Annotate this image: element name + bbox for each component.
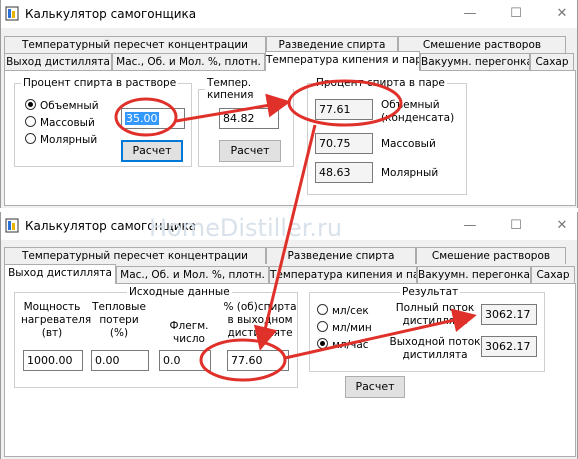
tab-mass-vol-mol[interactable]: Мас., Об. и Мол. %, плотн. [116, 266, 269, 283]
tab-panel: Процент спирта в растворе Объемный Массо… [4, 70, 576, 206]
app-icon [5, 218, 19, 233]
radio-ml-per-sec[interactable]: мл/сек [317, 304, 369, 317]
vapor-mass-output: 70.75 [315, 133, 373, 154]
radio-dot [317, 304, 328, 315]
tab-mass-vol-mol[interactable]: Мас., Об. и Мол. %, плотн. [112, 53, 265, 70]
heater-power-input[interactable]: 1000.00 [23, 350, 83, 371]
app-icon [5, 6, 19, 21]
tab-mixing[interactable]: Смешение растворов [398, 36, 566, 53]
calc-distillate-button[interactable]: Расчет [345, 376, 405, 398]
calculator-window-bottom: Калькулятор самогонщика HomeDistiller.ru… [0, 212, 578, 459]
radio-volumetric[interactable]: Объемный [25, 99, 99, 112]
vapor-molar-label: Молярный [381, 167, 439, 179]
radio-dot [25, 133, 36, 144]
radio-molar[interactable]: Молярный [25, 133, 97, 146]
full-flow-output: 3062.17 [481, 304, 537, 325]
radio-ml-per-sec-label: мл/сек [332, 305, 369, 317]
tab-vacuum[interactable]: Вакуумн. перегонка [420, 53, 530, 70]
tab-boiling-vapor[interactable]: Температура кипения и пар [265, 51, 420, 71]
tab-sugar[interactable]: Сахар [531, 266, 575, 283]
tab-vacuum[interactable]: Вакуумн. перегонка [417, 266, 531, 283]
full-flow-label: Полный поток дистиллята [395, 302, 475, 327]
close-button[interactable]: ✕ [547, 4, 577, 24]
vapor-mass-label: Массовый [381, 138, 436, 150]
vapor-molar-output: 48.63 [315, 162, 373, 183]
title-bar: Калькулятор самогонщика — ☐ ✕ [1, 0, 577, 28]
heat-loss-input[interactable]: 0.00 [91, 350, 149, 371]
radio-dot [317, 321, 328, 332]
watermark-text: HomeDistiller.ru [149, 214, 343, 242]
close-button[interactable]: ✕ [547, 216, 577, 236]
radio-molar-label: Молярный [40, 134, 98, 146]
radio-dot-selected [317, 338, 328, 349]
vapor-percent-legend: Процент спирта в паре [316, 77, 445, 89]
minimize-button[interactable]: — [455, 4, 485, 24]
tab-dilution[interactable]: Разведение спирта [266, 247, 416, 264]
radio-ml-per-hour[interactable]: мл/час [317, 338, 369, 351]
calc-boiling-button[interactable]: Расчет [219, 140, 281, 162]
calc-alcohol-button[interactable]: Расчет [121, 140, 183, 162]
tab-distillate-output[interactable]: Выход дистиллята [4, 264, 116, 284]
maximize-button[interactable]: ☐ [501, 216, 531, 236]
radio-ml-per-hour-label: мл/час [332, 339, 369, 351]
title-bar: Калькулятор самогонщика HomeDistiller.ru… [1, 212, 577, 242]
radio-mass[interactable]: Массовый [25, 116, 95, 129]
maximize-button[interactable]: ☐ [501, 4, 531, 24]
radio-dot [25, 116, 36, 127]
reflux-ratio-label: Флегм. число [169, 320, 209, 345]
radio-dot-selected [25, 99, 36, 110]
radio-volumetric-label: Объемный [40, 100, 99, 112]
heater-power-label: Мощность нагревателя (вт) [21, 301, 92, 339]
vapor-volumetric-label: Объемный (конденсата) [381, 99, 455, 124]
tab-panel: Исходные данные Мощность нагревателя (вт… [4, 283, 576, 457]
out-flow-output: 3062.17 [481, 336, 537, 357]
alcohol-percent-legend: Процент спирта в растворе [23, 77, 177, 89]
heat-loss-label: Тепловые потери (%) [92, 301, 146, 339]
input-data-legend: Исходные данные [129, 286, 230, 298]
radio-ml-per-min-label: мл/мин [332, 322, 372, 334]
result-legend: Результат [402, 286, 459, 298]
output-alcohol-input[interactable]: 77.60 [227, 350, 289, 371]
tab-sugar[interactable]: Сахар [530, 53, 574, 70]
radio-mass-label: Массовый [40, 117, 95, 129]
alcohol-percent-input[interactable]: 35.00 [121, 108, 185, 129]
alcohol-percent-value: 35.00 [125, 112, 159, 125]
boiling-temp-legend: Темпер. кипения [207, 77, 254, 101]
tab-mixing[interactable]: Смешение растворов [416, 247, 566, 264]
out-flow-label: Выходной поток дистиллята [389, 336, 481, 361]
output-alcohol-label: % (об)спирта в выходном дистилляте [223, 301, 297, 339]
vapor-volumetric-output: 77.61 [315, 99, 373, 120]
window-title: Калькулятор самогонщика [25, 7, 197, 21]
tab-distillate-output[interactable]: Выход дистиллята [4, 53, 112, 70]
tab-temp-conversion[interactable]: Температурный пересчет концентрации [4, 247, 266, 264]
boiling-temp-input[interactable]: 84.82 [219, 108, 279, 129]
minimize-button[interactable]: — [455, 216, 485, 236]
calculator-window-top: Калькулятор самогонщика — ☐ ✕ Температур… [0, 0, 578, 208]
radio-ml-per-min[interactable]: мл/мин [317, 321, 372, 334]
tab-boiling-vapor[interactable]: Температура кипения и пар [269, 266, 417, 283]
tab-temp-conversion[interactable]: Температурный пересчет концентрации [4, 36, 266, 53]
reflux-ratio-input[interactable]: 0.0 [159, 350, 211, 371]
